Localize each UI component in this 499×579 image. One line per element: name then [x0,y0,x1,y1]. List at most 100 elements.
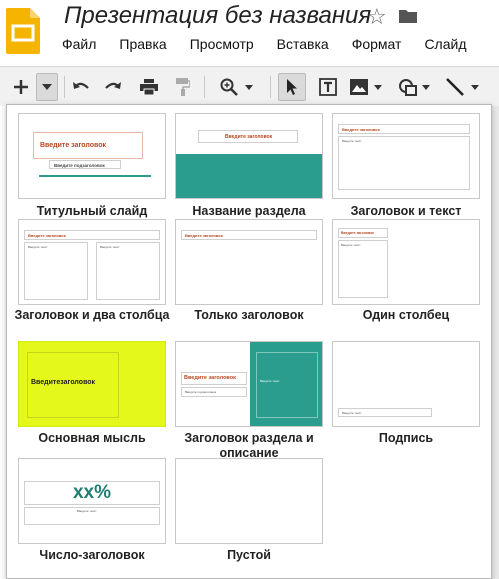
placeholder-body-text: Введите текст [341,243,361,247]
layout-caption[interactable]: Только заголовок [164,308,334,323]
layout-thumb-title-only[interactable]: Введите заголовок [175,219,323,305]
image-icon [350,79,368,95]
placeholder-title-text: Введите заголовок [341,231,374,235]
scrollbar[interactable] [492,106,499,579]
zoom-icon [220,78,238,96]
layout-menu: Введите заголовок Введите подзаголовок Т… [6,104,492,579]
document-title[interactable]: Презентация без названия [64,2,371,30]
placeholder-body-text: Введите текст [100,245,120,249]
layout-caption[interactable]: Число-заголовок [7,548,177,563]
caption-placeholder: Введите текст [338,408,432,417]
layout-thumb-caption[interactable]: Введите текст [332,341,480,427]
placeholder-title-text: Введите заголовок [40,142,106,149]
subtitle-placeholder: Введите подзаголовок [181,387,247,397]
toolbar [0,66,499,106]
menu-slide[interactable]: Слайд [424,36,466,56]
toolbar-divider [270,76,271,98]
layout-thumb-section-description[interactable]: Введите заголовок Введите подзаголовок В… [175,341,323,427]
placeholder-title-text: Введите заголовок [342,127,380,132]
placeholder-title-text: Введите заголовок [225,134,273,140]
layout-thumb-two-columns[interactable]: Введите заголовок Введите текст Введите … [18,219,166,305]
folder-icon[interactable] [399,9,417,23]
placeholder-body-text: Введите текст [342,411,362,415]
layout-thumb-section-header[interactable]: Введите заголовок [175,113,323,199]
slides-logo-icon[interactable] [6,8,40,54]
title-placeholder: Введите заголовок [33,132,143,159]
placeholder-body-text: Введите текст [77,509,97,513]
layout-thumb-blank[interactable] [175,458,323,544]
chevron-down-icon [374,84,382,90]
placeholder-title-text: Введитезаголовок [31,379,96,386]
layout-caption[interactable]: Название раздела [164,204,334,219]
layout-caption[interactable]: Заголовок раздела и описание [164,431,334,461]
title-placeholder: Введите заголовок [181,372,247,385]
print-button[interactable] [136,73,162,101]
shape-button[interactable] [396,73,432,101]
toolbar-divider [64,76,65,98]
title-placeholder: Введите заголовок [198,130,298,143]
placeholder-title-text: Введите заголовок [184,375,236,381]
placeholder-number-text: xx% [72,482,112,503]
image-button[interactable] [346,73,386,101]
body-placeholder: Введите текст [338,136,470,190]
section-color-block: Введите текст [250,342,322,426]
placeholder-subtitle-text: Введите подзаголовок [185,390,217,394]
subtitle-placeholder: Введите подзаголовок [49,160,121,169]
number-placeholder: xx% [24,481,160,505]
undo-icon [73,82,89,89]
chevron-down-icon [244,84,253,90]
title-placeholder: Введите заголовок [338,228,388,238]
chevron-down-icon [422,84,430,90]
layout-caption[interactable]: Один столбец [321,308,491,323]
placeholder-title-text: Введите заголовок [28,233,66,238]
menu-edit[interactable]: Правка [119,36,166,56]
layout-caption[interactable]: Заголовок и текст [321,204,491,219]
zoom-button[interactable] [214,73,258,101]
star-icon[interactable]: ☆ [367,4,387,30]
layout-thumb-main-point[interactable]: Введитезаголовок [18,341,166,427]
paint-format-button[interactable] [170,73,196,101]
layout-thumb-one-column[interactable]: Введите заголовок Введите текст [332,219,480,305]
layout-caption[interactable]: Титульный слайд [7,204,177,219]
layout-thumb-title-and-body[interactable]: Введите заголовок Введите текст [332,113,480,199]
plus-icon [14,80,28,94]
layout-caption[interactable]: Пустой [164,548,334,563]
menu-format[interactable]: Формат [352,36,402,56]
body-placeholder: Введите текст [338,240,388,298]
body-placeholder: Введите текст [256,352,318,418]
placeholder-body-text: Введите текст [342,139,362,143]
placeholder-body-text: Введите текст [28,245,48,249]
paint-format-icon [176,78,190,96]
layout-thumb-title-slide[interactable]: Введите заголовок Введите подзаголовок [18,113,166,199]
cursor-icon [287,79,297,95]
redo-icon [105,82,121,89]
layout-caption[interactable]: Подпись [321,431,491,446]
menu-bar: Файл Правка Просмотр Вставка Формат Слай… [62,36,467,56]
print-icon [140,79,158,95]
right-column-placeholder: Введите текст [96,242,160,300]
chevron-down-icon [42,84,52,90]
placeholder-body-text: Введите текст [260,379,280,383]
line-icon [446,78,464,96]
accent-line [39,175,151,177]
text-box-button[interactable] [314,73,342,101]
new-slide-button[interactable] [8,73,34,101]
section-color-block [176,154,322,198]
redo-button[interactable] [100,73,126,101]
layout-thumb-big-number[interactable]: xx% Введите текст [18,458,166,544]
layout-dropdown-button[interactable] [36,73,58,101]
layout-caption[interactable]: Заголовок и два столбца [7,308,177,323]
placeholder-title-text: Введите заголовок [185,233,223,238]
placeholder-subtitle-text: Введите подзаголовок [54,163,105,168]
undo-button[interactable] [68,73,94,101]
menu-file[interactable]: Файл [62,36,96,56]
title-placeholder: Введите заголовок [24,230,160,240]
layout-caption[interactable]: Основная мысль [7,431,177,446]
select-tool-button[interactable] [278,73,306,101]
left-column-placeholder: Введите текст [24,242,88,300]
menu-view[interactable]: Просмотр [190,36,254,56]
text-box-icon [319,78,337,96]
line-button[interactable] [440,73,484,101]
shape-icon [399,79,417,96]
menu-insert[interactable]: Вставка [277,36,329,56]
